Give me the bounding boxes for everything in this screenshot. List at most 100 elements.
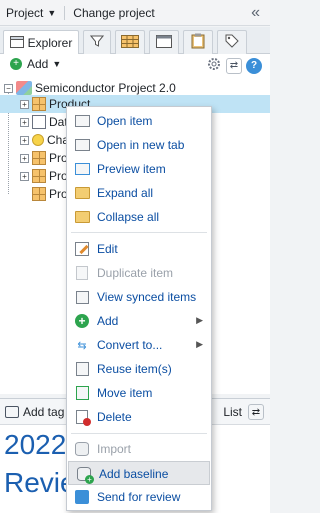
menu-item-label: Send for review <box>97 490 181 504</box>
bulb-icon <box>32 134 44 146</box>
menu-item-label: Reuse item(s) <box>97 362 172 376</box>
menu-item-label: Convert to... <box>97 338 163 352</box>
menu-item-label: Duplicate item <box>97 266 174 280</box>
chevron-right-icon: ▶ <box>196 339 203 349</box>
collapse-folder-icon <box>74 209 90 225</box>
add-label: Add <box>27 57 49 71</box>
list-label[interactable]: List <box>223 405 242 419</box>
menu-item-label: Collapse all <box>97 210 160 224</box>
tree-row-label: Pro <box>49 169 68 183</box>
convert-icon: ⇆ <box>77 339 87 352</box>
tree-root-label: Semiconductor Project 2.0 <box>35 81 176 95</box>
change-project-button[interactable]: Change project <box>67 6 160 20</box>
preview-icon <box>74 161 90 177</box>
expand-toggle-icon[interactable]: + <box>20 153 29 163</box>
expand-folder-icon <box>74 185 90 201</box>
clipboard-icon <box>191 33 205 52</box>
duplicate-icon <box>74 265 90 281</box>
edit-icon <box>74 241 90 257</box>
menu-item-add[interactable]: + Add ▶ <box>67 309 211 333</box>
document-heading: 2022 <box>4 429 67 460</box>
menu-divider <box>71 433 207 434</box>
explorer-icon <box>9 35 24 51</box>
tree-row-label: Pro <box>49 151 68 165</box>
menu-item-collapse-all[interactable]: Collapse all <box>67 205 211 229</box>
menu-item-label: Open item <box>97 114 153 128</box>
menu-item-preview[interactable]: Preview item <box>67 157 211 181</box>
tab-table[interactable] <box>115 30 145 54</box>
document-icon <box>32 115 46 129</box>
menu-item-open-item[interactable]: Open item <box>67 109 211 133</box>
menu-item-label: Add baseline <box>99 467 169 481</box>
import-icon <box>74 441 90 457</box>
menu-item-label: View synced items <box>97 290 197 304</box>
filter-icon <box>89 34 105 51</box>
add-tag-button[interactable]: Add tag <box>5 405 64 419</box>
menu-item-reuse[interactable]: Reuse item(s) <box>67 357 211 381</box>
menu-item-duplicate: Duplicate item <box>67 261 211 285</box>
send-review-icon <box>74 489 90 505</box>
tree-row-label: Dat <box>49 115 68 129</box>
menu-item-send-review[interactable]: Send for review <box>67 485 211 509</box>
tab-explorer-label: Explorer <box>27 36 73 50</box>
tab-clipboard[interactable] <box>183 30 213 54</box>
menu-item-open-new-tab[interactable]: Open in new tab <box>67 133 211 157</box>
tab-explorer[interactable]: Explorer <box>3 30 79 55</box>
menu-item-label: Expand all <box>97 186 154 200</box>
tab-bar: Explorer <box>0 27 270 55</box>
menu-item-label: Add <box>97 314 119 328</box>
menu-item-label: Move item <box>97 386 153 400</box>
sync-icon[interactable]: ⇄ <box>248 404 264 420</box>
menu-item-move[interactable]: Move item <box>67 381 211 405</box>
menu-item-expand-all[interactable]: Expand all <box>67 181 211 205</box>
tab-filter[interactable] <box>83 30 111 54</box>
grid-icon <box>32 151 46 165</box>
divider <box>64 5 66 20</box>
double-chevron-left-icon[interactable]: « <box>251 4 260 22</box>
tree-row-label: Pro <box>49 187 68 201</box>
reuse-icon <box>74 361 90 377</box>
table-icon <box>121 34 139 51</box>
menu-item-view-synced[interactable]: View synced items <box>67 285 211 309</box>
document-heading-2: Revie <box>4 467 76 498</box>
expand-toggle-icon[interactable]: + <box>20 171 29 181</box>
explorer-toolbar: + Add ▼ ⇄ ? <box>0 54 270 74</box>
synced-items-icon <box>74 289 90 305</box>
project-label: Project <box>6 5 44 20</box>
menu-divider <box>71 232 207 233</box>
expand-toggle-icon[interactable]: + <box>20 99 29 109</box>
menu-item-convert[interactable]: ⇆ Convert to... ▶ <box>67 333 211 357</box>
tab-tag[interactable] <box>217 30 247 54</box>
open-item-icon <box>74 113 90 129</box>
menu-item-label: Delete <box>97 410 132 424</box>
open-new-tab-icon <box>74 137 90 153</box>
add-baseline-icon <box>76 466 94 484</box>
change-project-label: Change project <box>73 5 155 20</box>
expand-toggle-icon[interactable]: + <box>20 135 29 145</box>
window-icon <box>156 34 172 51</box>
context-menu: Open item Open in new tab Preview item E… <box>66 106 212 511</box>
chevron-down-icon: ▼ <box>52 59 62 69</box>
menu-item-label: Import <box>97 442 132 456</box>
grid-icon <box>32 169 46 183</box>
menu-item-label: Preview item <box>97 162 166 176</box>
sync-icon[interactable]: ⇄ <box>226 57 242 74</box>
menu-item-import: Import <box>67 437 211 461</box>
tab-window[interactable] <box>149 30 179 54</box>
chevron-right-icon: ▶ <box>196 315 203 325</box>
top-bar: Project ▼ Change project « <box>0 0 270 26</box>
grid-icon <box>32 97 46 111</box>
gear-icon[interactable] <box>206 56 222 75</box>
add-icon: + <box>74 313 90 329</box>
grid-icon <box>32 187 46 201</box>
add-tag-label: Add tag <box>23 404 65 419</box>
menu-item-edit[interactable]: Edit <box>67 237 211 261</box>
add-button[interactable]: + Add ▼ <box>10 57 61 71</box>
menu-item-add-baseline[interactable]: Add baseline <box>68 461 210 485</box>
collapse-toggle-icon[interactable]: − <box>4 83 13 93</box>
expand-toggle-icon[interactable]: + <box>20 117 29 127</box>
info-icon[interactable]: ? <box>246 57 262 74</box>
menu-item-label: Open in new tab <box>97 138 185 152</box>
project-menu[interactable]: Project ▼ <box>0 6 62 20</box>
menu-item-delete[interactable]: Delete <box>67 405 211 429</box>
